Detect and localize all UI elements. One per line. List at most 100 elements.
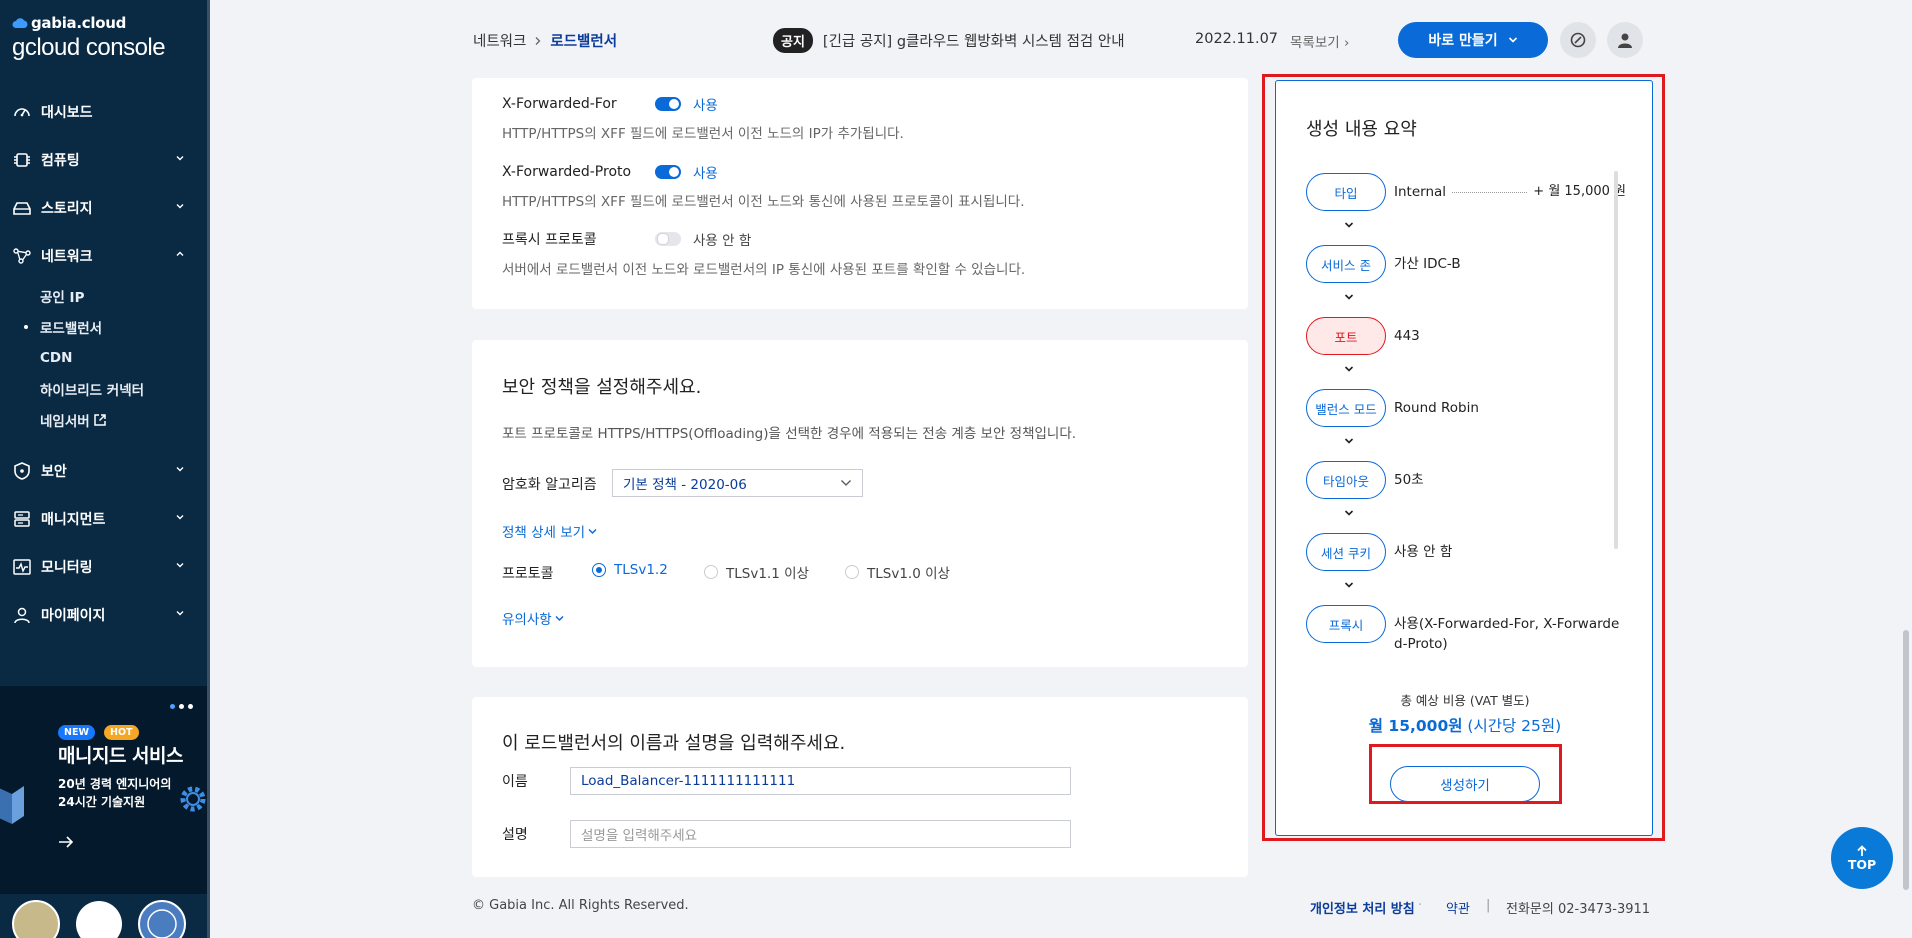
xff-toggle[interactable] xyxy=(655,97,681,111)
security-policy-card: 보안 정책을 설정해주세요. 포트 프로토콜로 HTTPS/HTTPS(Offl… xyxy=(472,340,1248,667)
chevron-down-icon xyxy=(1344,366,1354,372)
radio-tlsv12[interactable]: TLSv1.2 xyxy=(592,562,668,578)
notice-tag: 공지 xyxy=(773,28,813,53)
description-input[interactable]: 설명을 입력해주세요 xyxy=(570,820,1071,848)
step-value: 사용(X-Forwarded-For, X-Forwarded-Proto) xyxy=(1394,616,1620,652)
radio-circle[interactable] xyxy=(592,563,606,577)
proxy-protocol-toggle[interactable] xyxy=(655,232,681,246)
radio-tlsv10[interactable]: TLSv1.0 이상 xyxy=(845,562,950,582)
chevron-down-icon xyxy=(176,515,184,520)
sidebar-subitem-nameserver[interactable]: 네임서버 xyxy=(0,404,207,435)
notice-list-link[interactable]: 목록보기 › xyxy=(1290,31,1349,51)
xfp-label: X-Forwarded-Proto xyxy=(502,164,632,180)
radio-circle[interactable] xyxy=(845,565,859,579)
quick-create-label: 바로 만들기 xyxy=(1428,33,1498,49)
sidebar: gabia.cloud gcloud console 대시보드 컴퓨팅 스토리지… xyxy=(0,0,210,938)
copyright: © Gabia Inc. All Rights Reserved. xyxy=(472,898,689,913)
new-badge: NEW xyxy=(58,725,95,740)
chat-button[interactable] xyxy=(1560,22,1596,58)
breadcrumb-root[interactable]: 네트워크 xyxy=(473,30,526,51)
cube-illustration-icon xyxy=(0,786,24,824)
summary-step-type: 타입 Internal + 월 15,000 원 xyxy=(1306,173,1626,211)
network-icon xyxy=(13,248,31,264)
sidebar-item-mypage[interactable]: 마이페이지 xyxy=(0,591,207,639)
management-icon xyxy=(14,511,30,527)
chevron-down-icon xyxy=(176,611,184,616)
summary-step-port: 포트 443 xyxy=(1306,317,1626,355)
notice-text[interactable]: [긴급 공지] g클라우드 웹방화벽 시스템 점검 안내 xyxy=(823,30,1125,51)
arrow-right-icon[interactable] xyxy=(58,835,74,849)
sidebar-subitem-load-balancer[interactable]: 로드밸런서 xyxy=(0,311,207,342)
caution-link[interactable]: 유의사항 xyxy=(502,608,564,628)
dotted-leader xyxy=(1452,191,1528,193)
sidebar-scrollbar[interactable] xyxy=(207,0,210,938)
chevron-right-icon: › xyxy=(1343,35,1350,51)
sidebar-item-network[interactable]: 네트워크 xyxy=(0,232,207,280)
profile-button[interactable] xyxy=(1607,22,1643,58)
algorithm-value: 기본 정책 - 2020-06 xyxy=(623,477,747,493)
radio-circle[interactable] xyxy=(704,565,718,579)
quick-create-button[interactable]: 바로 만들기 xyxy=(1398,22,1548,58)
summary-step-timeout: 타임아웃 50초 xyxy=(1306,461,1626,499)
sidebar-subitem-public-ip[interactable]: 공인 IP xyxy=(0,280,207,311)
step-tag: 세션 쿠키 xyxy=(1306,533,1386,571)
name-input[interactable]: Load_Balancer-1111111111111 xyxy=(570,767,1071,795)
chevron-down-icon xyxy=(1344,294,1354,300)
create-button[interactable]: 생성하기 xyxy=(1390,766,1540,802)
xfp-description: HTTP/HTTPS의 XFF 필드에 로드밸런서 이전 노드와 통신에 사용된… xyxy=(502,194,1025,210)
gabia-logo[interactable]: gabia.cloud gcloud console xyxy=(12,14,166,62)
step-tag: 포트 xyxy=(1306,317,1386,355)
proxy-protocol-label: 프록시 프로토콜 xyxy=(502,232,597,248)
privacy-policy-link[interactable]: 개인정보 처리 방침 xyxy=(1310,898,1415,917)
name-label: 이름 xyxy=(502,774,528,790)
promo-desc-line: 24시간 기술지원 xyxy=(58,795,146,809)
promo-banner[interactable]: NEW HOT 매니지드 서비스 20년 경력 엔지니어의 24시간 기술지원 xyxy=(0,686,207,894)
chevron-down-icon xyxy=(176,156,184,161)
chevron-down-icon xyxy=(176,563,184,568)
top-label: TOP xyxy=(1847,856,1877,872)
step-tag: 타입 xyxy=(1306,173,1386,211)
page-scrollbar[interactable] xyxy=(1903,630,1909,890)
sidebar-item-monitoring[interactable]: 모니터링 xyxy=(0,543,207,591)
sidebar-item-label: 매니지먼트 xyxy=(41,512,106,528)
description-label: 설명 xyxy=(502,827,528,843)
sidebar-subitem-hybrid-connector[interactable]: 하이브리드 커넥터 xyxy=(0,373,207,404)
scroll-top-button[interactable]: TOP xyxy=(1831,827,1893,889)
sidebar-item-dashboard[interactable]: 대시보드 xyxy=(0,88,207,136)
chevron-down-icon xyxy=(1344,582,1354,588)
promo-title: 매니지드 서비스 xyxy=(58,745,183,767)
step-tag: 타임아웃 xyxy=(1306,461,1386,499)
sidebar-item-label: 보안 xyxy=(41,464,67,480)
terms-link[interactable]: 약관 xyxy=(1446,898,1470,917)
monitoring-icon xyxy=(13,559,31,575)
total-cost-value: 월 15,000원 (시간당 25원) xyxy=(1276,714,1654,736)
chevron-down-icon xyxy=(588,528,597,534)
dashboard-icon xyxy=(14,108,30,117)
summary-scrollbar[interactable] xyxy=(1614,171,1618,549)
sidebar-item-label: 컴퓨팅 xyxy=(41,153,80,169)
phone-contact: 전화문의 02-3473-3911 xyxy=(1506,902,1651,917)
step-value: Round Robin xyxy=(1394,400,1479,416)
sidebar-item-management[interactable]: 매니지먼트 xyxy=(0,495,207,543)
chevron-down-icon xyxy=(176,467,184,472)
sidebar-item-label: 대시보드 xyxy=(41,105,93,121)
xfp-toggle[interactable] xyxy=(655,165,681,179)
step-tag: 밸런스 모드 xyxy=(1306,389,1386,427)
sidebar-subitem-cdn[interactable]: CDN xyxy=(0,342,207,373)
sidebar-item-storage[interactable]: 스토리지 xyxy=(0,184,207,232)
sidebar-item-security[interactable]: 보안 xyxy=(0,447,207,495)
logo-brand: gabia.cloud xyxy=(31,14,127,32)
carousel-dots[interactable] xyxy=(170,704,193,709)
sidebar-item-computing[interactable]: 컴퓨팅 xyxy=(0,136,207,184)
policy-detail-link[interactable]: 정책 상세 보기 xyxy=(502,521,597,541)
naming-section-title: 이 로드밸런서의 이름과 설명을 입력해주세요. xyxy=(502,733,846,754)
algorithm-select[interactable]: 기본 정책 - 2020-06 xyxy=(612,469,863,497)
certification-logos-icon xyxy=(12,900,186,938)
logo-product: gcloud console xyxy=(12,34,166,61)
chevron-down-icon xyxy=(1508,37,1517,43)
notice-bar[interactable]: 공지 [긴급 공지] g클라우드 웹방화벽 시스템 점검 안내 xyxy=(773,28,1125,53)
summary-step-balance-mode: 밸런스 모드 Round Robin xyxy=(1306,389,1626,427)
radio-tlsv11[interactable]: TLSv1.1 이상 xyxy=(704,562,809,582)
shield-icon xyxy=(14,462,30,480)
proxy-protocol-description: 서버에서 로드밸런서 이전 노드와 로드밸런서의 IP 통신에 사용된 포트를 … xyxy=(502,262,1026,278)
